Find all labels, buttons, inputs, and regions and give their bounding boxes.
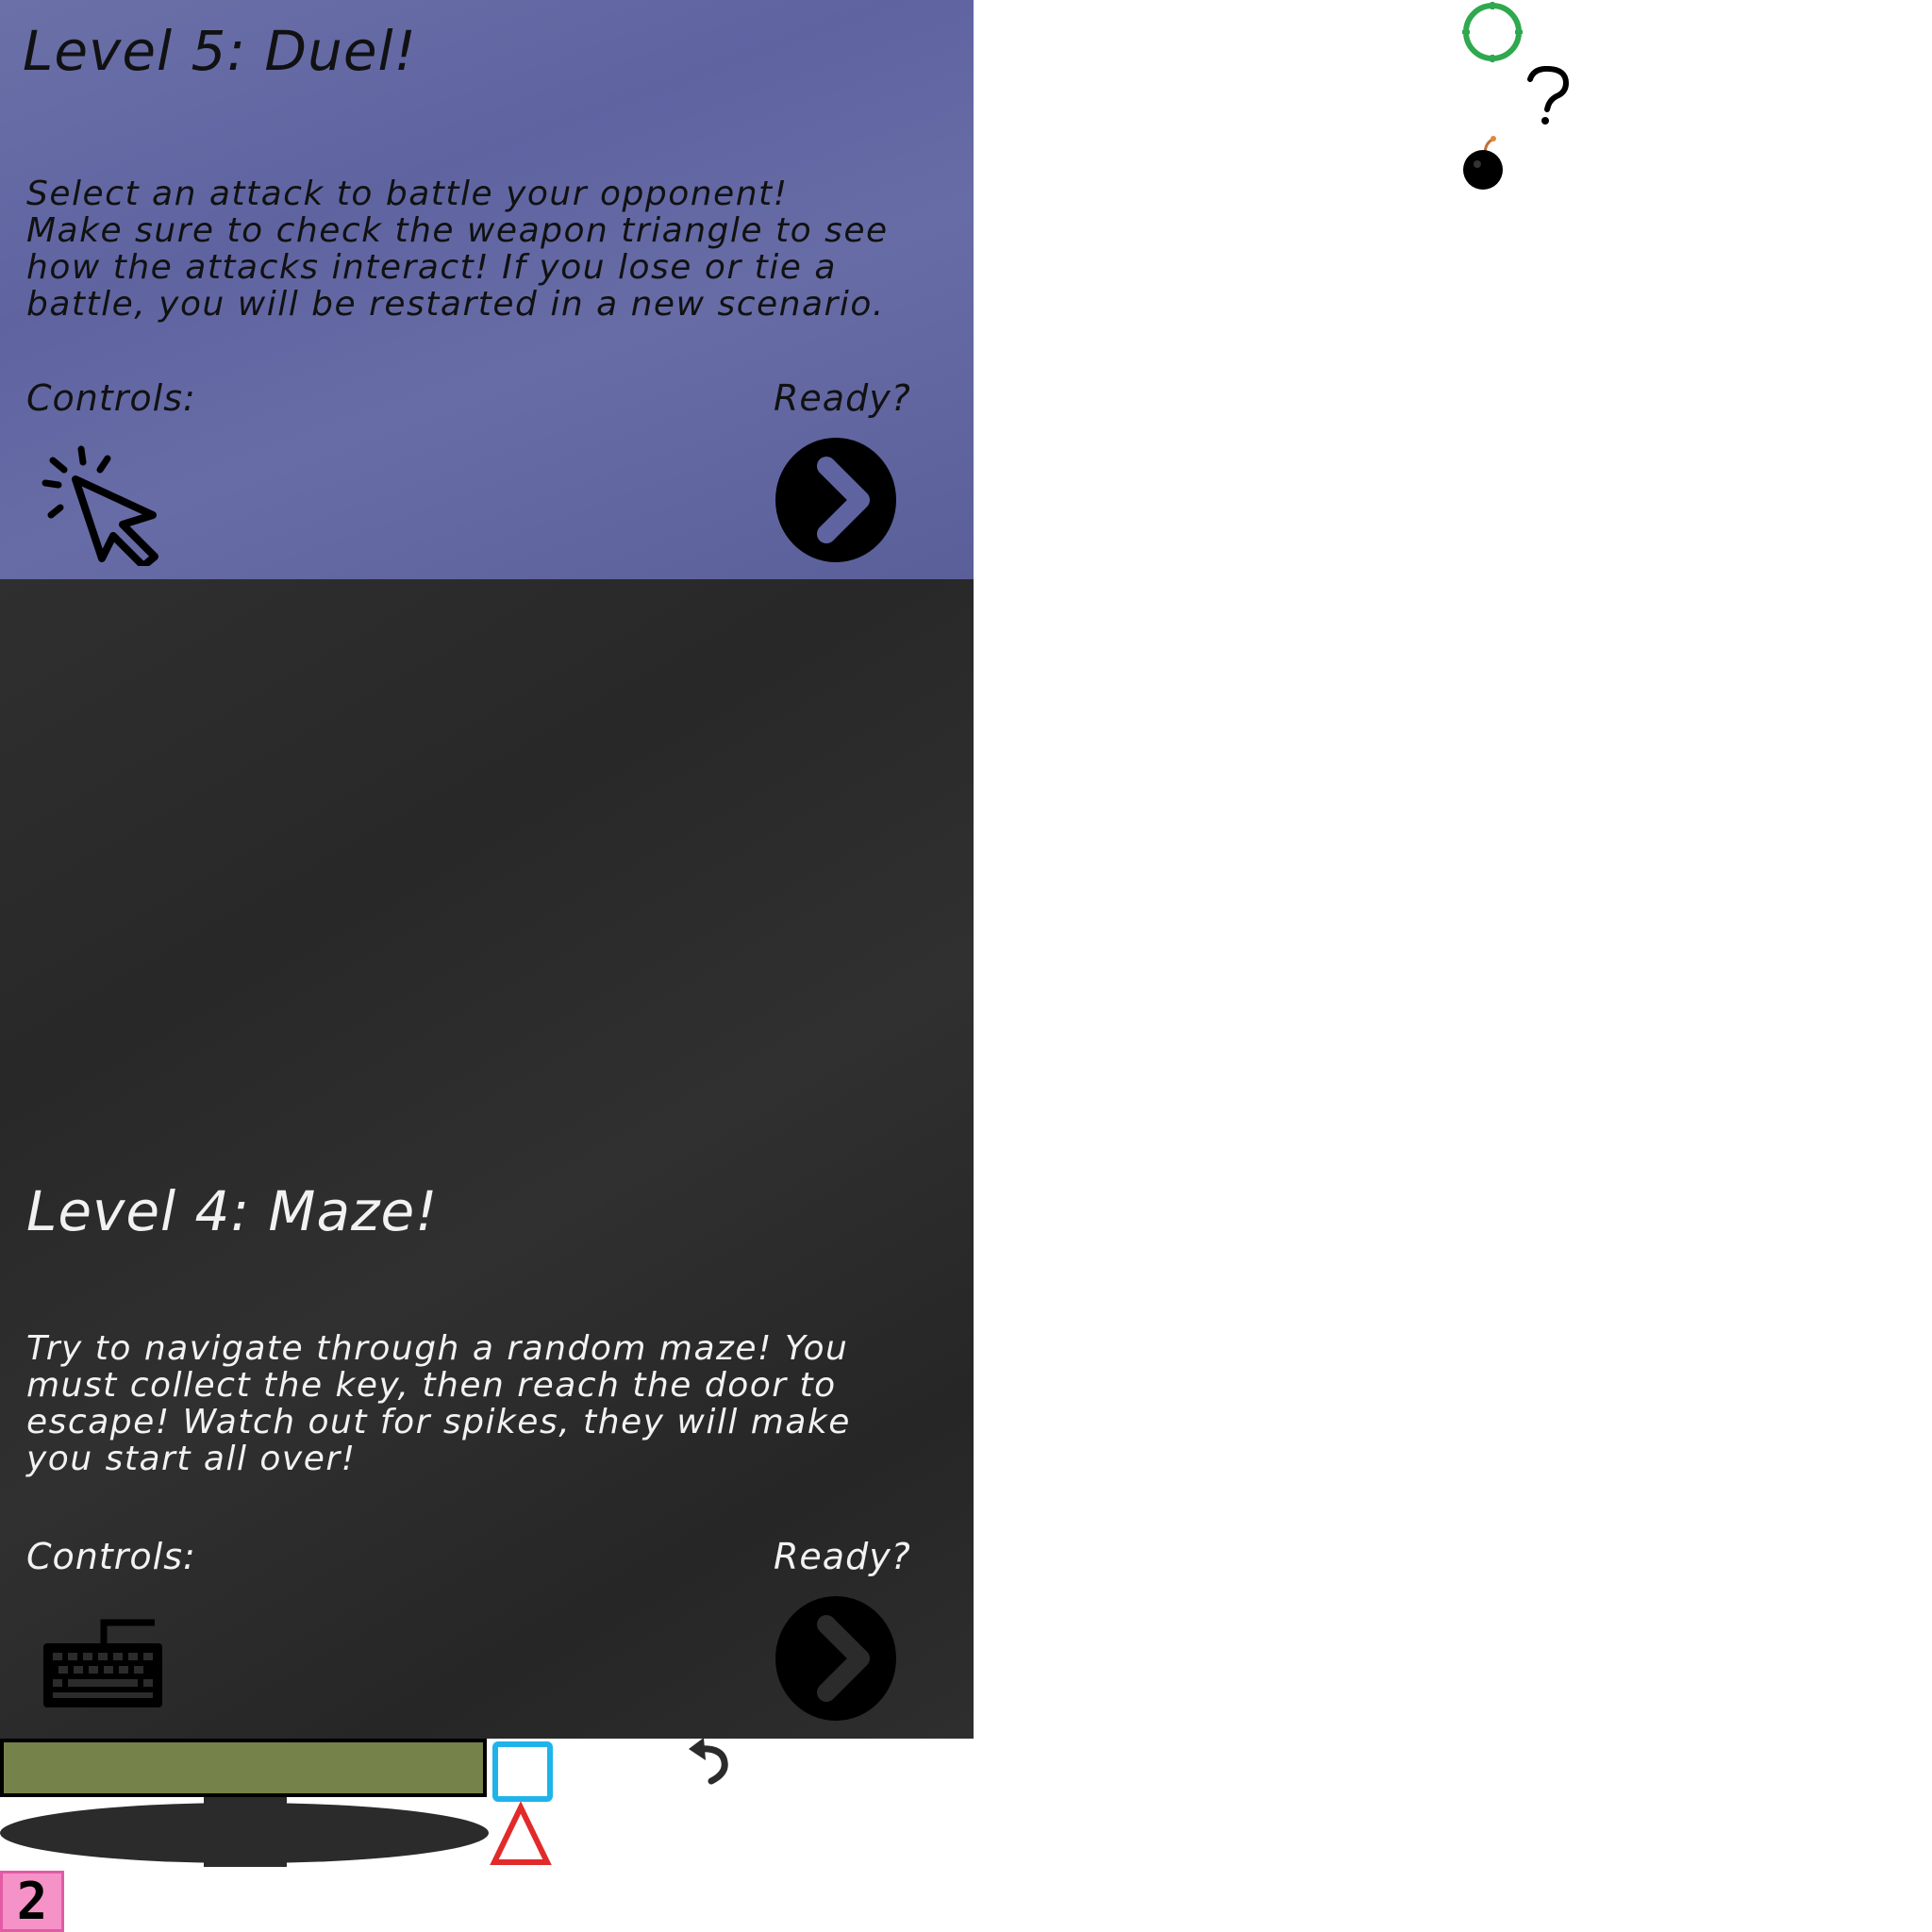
target-crosshair-icon	[1460, 0, 1524, 64]
level-5-card: Level 5: Duel! Select an attack to battl…	[0, 0, 974, 579]
level-4-card: Level 4: Maze! Try to navigate through a…	[0, 579, 974, 1739]
triangle-attack-icon[interactable]	[489, 1801, 553, 1866]
level-5-description: Select an attack to battle your opponent…	[26, 175, 889, 324]
level-5-controls-label: Controls:	[26, 377, 196, 419]
counter-badge: 2	[0, 1871, 64, 1932]
platform-shadow	[0, 1803, 489, 1863]
undo-arrow-icon[interactable]	[685, 1736, 734, 1785]
health-bar	[0, 1739, 487, 1797]
level-4-ready-button[interactable]	[775, 1596, 896, 1721]
level-5-ready-button[interactable]	[775, 438, 896, 562]
square-attack-icon[interactable]	[492, 1741, 553, 1802]
bomb-icon	[1460, 134, 1507, 192]
level-4-title: Level 4: Maze!	[26, 1179, 439, 1243]
level-4-controls-label: Controls:	[26, 1536, 196, 1577]
level-5-title: Level 5: Duel!	[23, 19, 417, 83]
question-mark-icon	[1523, 65, 1575, 126]
level-4-ready-label: Ready?	[774, 1536, 911, 1577]
level-4-description: Try to navigate through a random maze! Y…	[26, 1329, 851, 1478]
keyboard-icon	[42, 1617, 164, 1709]
mouse-click-icon	[40, 443, 164, 570]
level-5-ready-label: Ready?	[774, 377, 911, 419]
